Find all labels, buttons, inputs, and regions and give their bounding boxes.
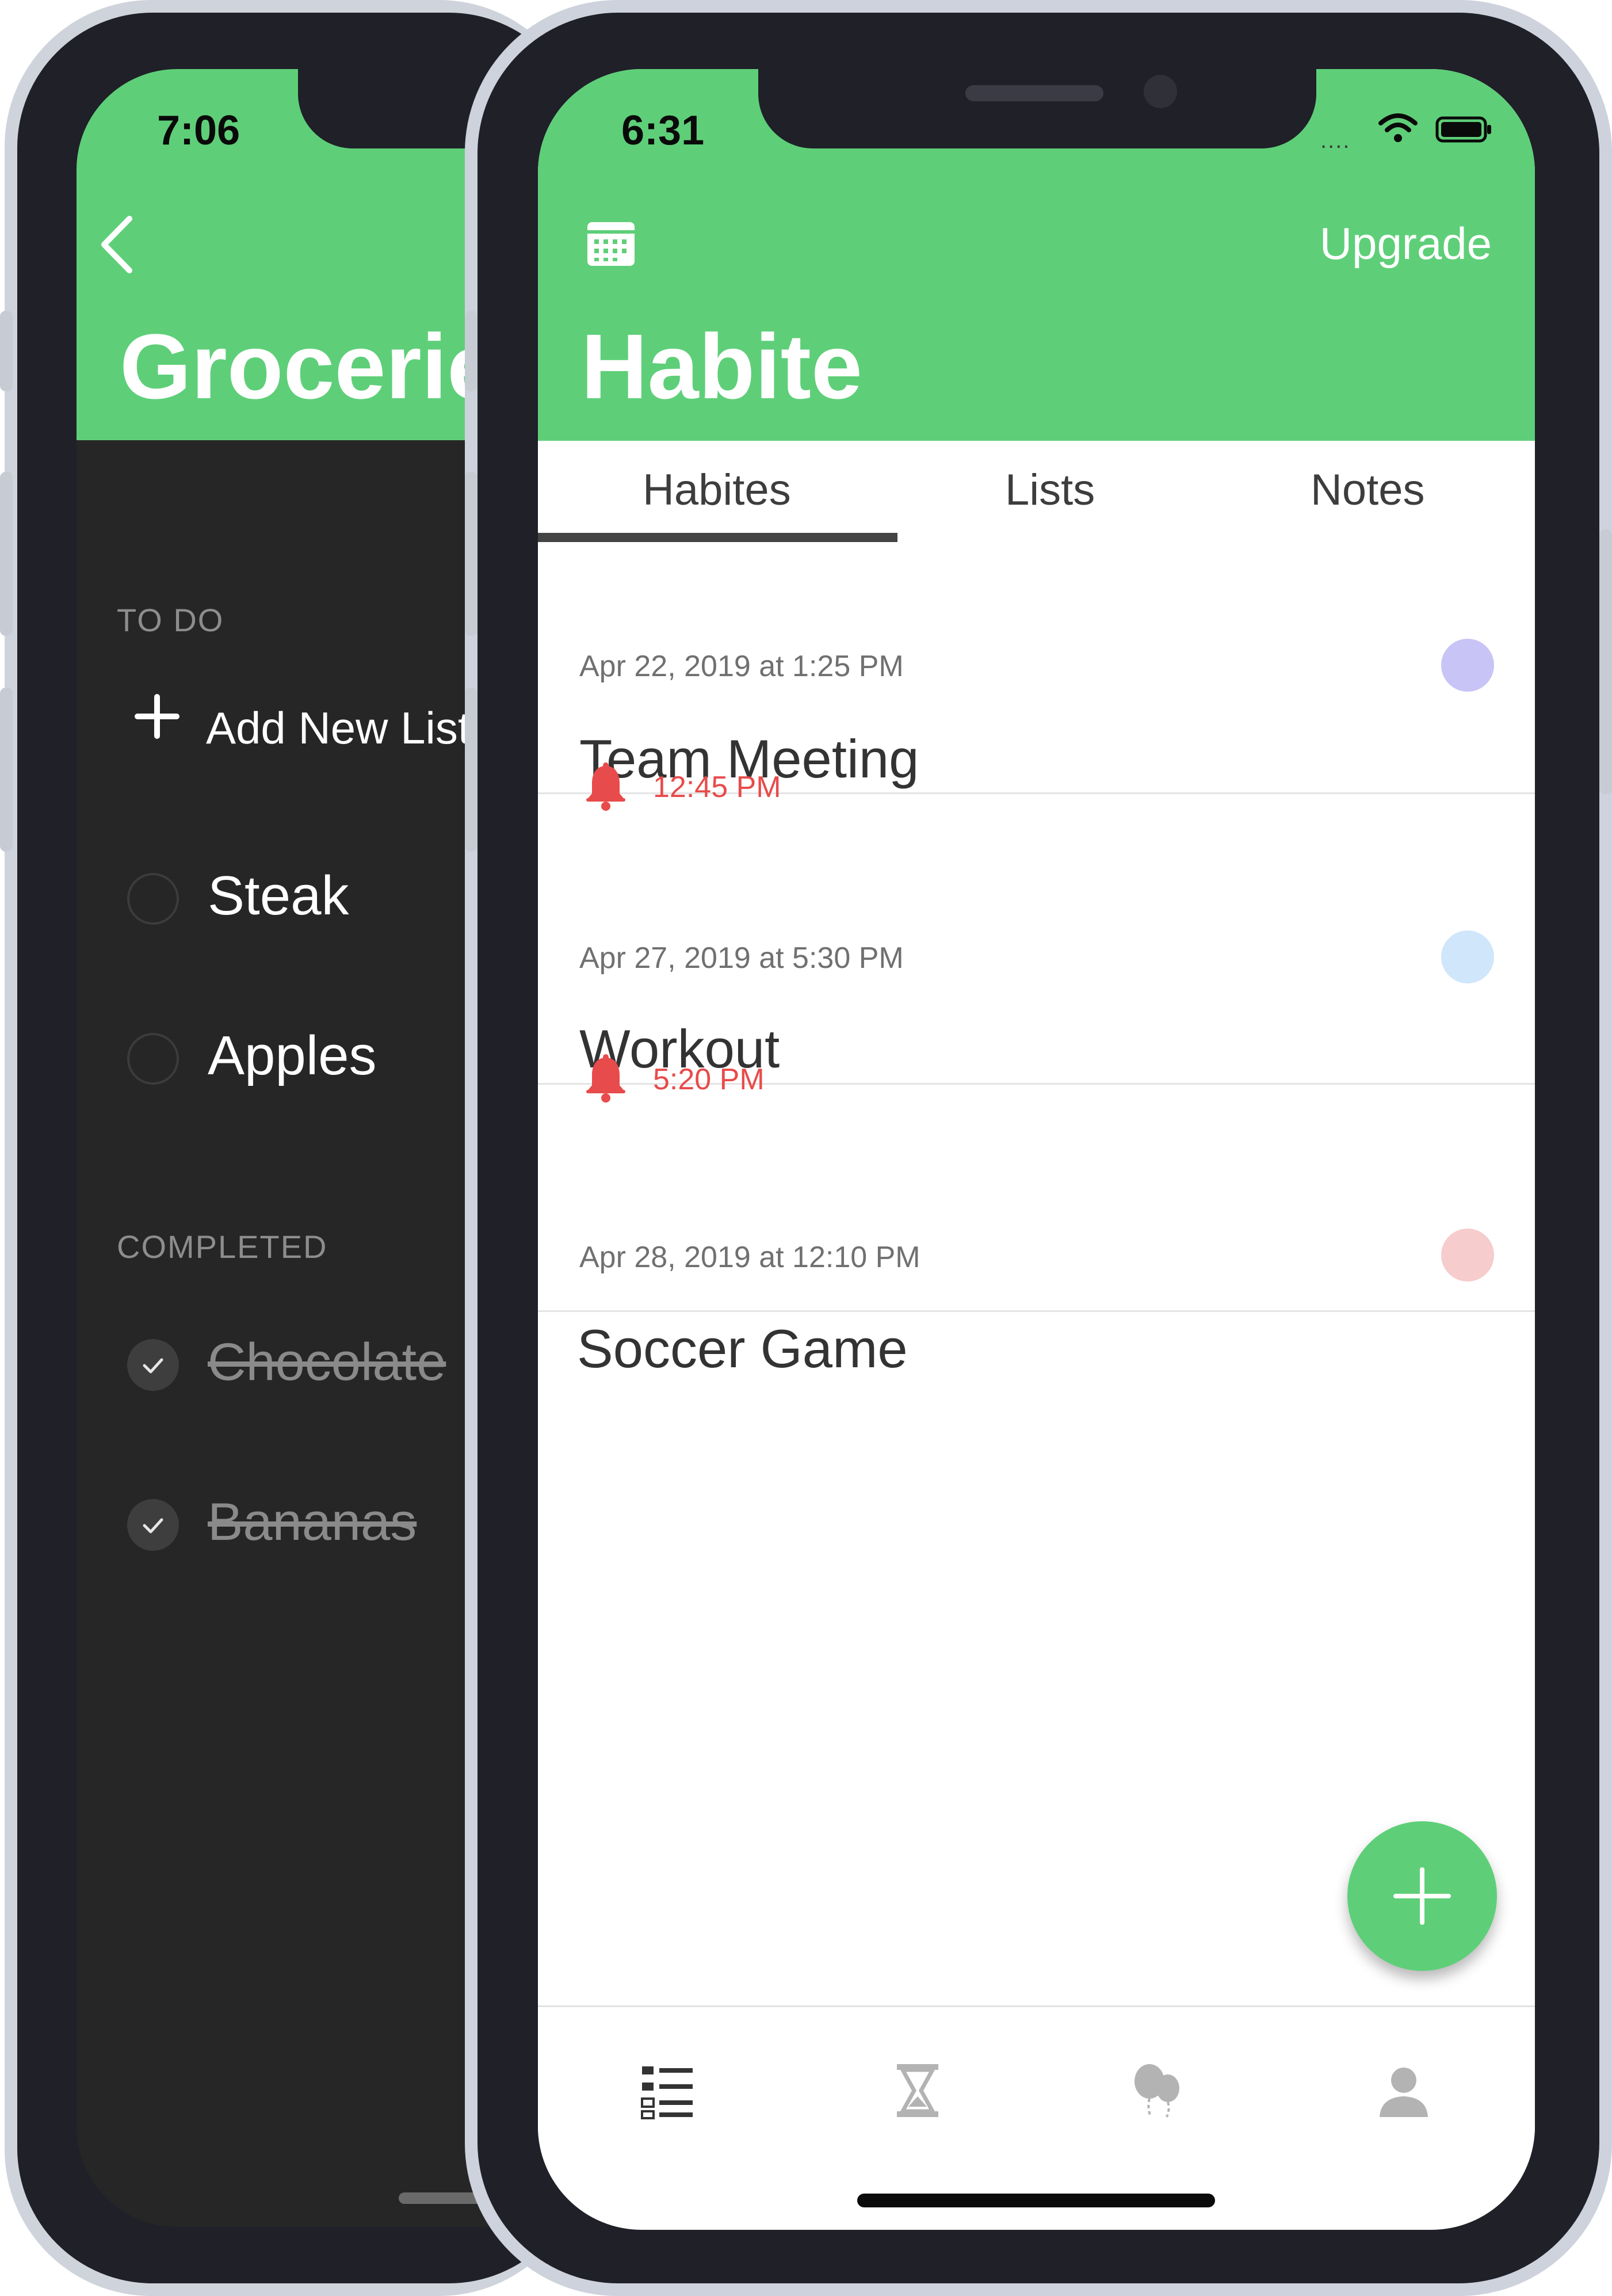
section-todo: TO DO — [117, 602, 224, 638]
todo-item[interactable]: Apples — [208, 1024, 377, 1088]
habit-date: Apr 28, 2019 at 12:10 PM — [579, 1241, 920, 1274]
active-tab-indicator — [538, 533, 897, 542]
upgrade-button[interactable]: Upgrade — [1320, 218, 1492, 270]
tab-notes[interactable]: Notes — [1311, 465, 1425, 515]
todo-checkbox[interactable] — [127, 1033, 179, 1085]
habit-color-dot — [1441, 639, 1494, 692]
volume-up-button — [0, 472, 13, 636]
checkmark-icon — [143, 1358, 163, 1374]
habit-row[interactable]: Apr 27, 2019 at 5:30 PM Workout — [538, 792, 1535, 1085]
power-button — [1599, 529, 1612, 794]
completed-checkbox[interactable] — [127, 1499, 179, 1551]
habit-date: Apr 27, 2019 at 5:30 PM — [579, 941, 904, 975]
completed-item[interactable]: Chocolate — [208, 1332, 446, 1393]
section-completed: COMPLETED — [117, 1229, 328, 1265]
bottom-tab-bar — [538, 2005, 1535, 2180]
back-chevron-icon[interactable] — [94, 213, 146, 276]
balloons-icon[interactable] — [1128, 2062, 1185, 2119]
plus-icon[interactable] — [134, 693, 180, 739]
status-time: 7:06 — [157, 108, 240, 154]
habit-row[interactable]: Apr 28, 2019 at 12:10 PM Soccer Game — [538, 1085, 1535, 1379]
habit-title: Soccer Game — [577, 1318, 908, 1379]
mute-switch — [0, 311, 13, 391]
tab-habites[interactable]: Habites — [643, 465, 791, 515]
volume-down-button — [465, 688, 478, 852]
add-new-list-button[interactable]: Add New List — [206, 702, 471, 754]
calendar-icon[interactable] — [585, 218, 637, 269]
mute-switch — [465, 311, 478, 391]
checkmark-icon — [143, 1518, 163, 1534]
add-habit-button[interactable] — [1347, 1821, 1497, 1971]
user-icon[interactable] — [1375, 2062, 1433, 2119]
todo-checkbox[interactable] — [127, 873, 179, 925]
habit-row[interactable]: Apr 22, 2019 at 1:25 PM Team Meeting — [538, 547, 1535, 794]
speaker-grille — [965, 85, 1103, 101]
volume-up-button — [465, 472, 478, 636]
habit-color-dot — [1441, 1229, 1494, 1282]
habit-color-dot — [1441, 930, 1494, 983]
todo-item[interactable]: Steak — [208, 864, 349, 928]
volume-down-button — [0, 688, 13, 852]
hourglass-icon[interactable] — [889, 2062, 946, 2119]
home-indicator — [857, 2194, 1215, 2207]
signal-icon: .... — [1320, 128, 1351, 153]
notch — [758, 69, 1316, 148]
list-icon[interactable] — [639, 2062, 696, 2119]
wifi-icon — [1378, 113, 1418, 142]
front-phone: 6:31 .... Upgrade Habite Habites Lists N… — [465, 0, 1612, 2296]
completed-checkbox[interactable] — [127, 1339, 179, 1391]
front-camera — [1144, 75, 1177, 108]
page-title: Grocerie — [120, 315, 499, 418]
habite-screen: 6:31 .... Upgrade Habite Habites Lists N… — [538, 69, 1535, 2230]
page-title: Habite — [581, 315, 862, 418]
tab-lists[interactable]: Lists — [1005, 465, 1095, 515]
status-time: 6:31 — [621, 108, 705, 154]
habit-date: Apr 22, 2019 at 1:25 PM — [579, 650, 904, 683]
plus-icon — [1393, 1867, 1451, 1925]
completed-item[interactable]: Bananas — [208, 1492, 417, 1553]
battery-icon — [1435, 116, 1491, 143]
